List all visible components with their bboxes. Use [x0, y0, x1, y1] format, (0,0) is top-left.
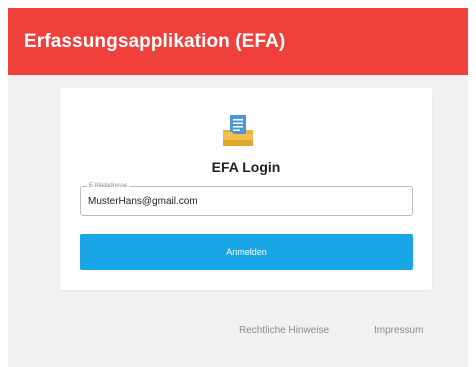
email-field[interactable]: E-Mailadresse: [80, 182, 413, 216]
legal-notice-link[interactable]: Rechtliche Hinweise: [239, 325, 329, 336]
imprint-link[interactable]: Impressum: [374, 325, 423, 336]
email-input[interactable]: [88, 194, 388, 208]
document-folder-icon: [223, 115, 253, 146]
app-frame: Erfassungsapplikation (EFA) EFA Login E-…: [8, 8, 468, 367]
login-title: EFA Login: [211, 159, 281, 175]
login-card: EFA Login E-Mailadresse Anmelden: [60, 88, 432, 290]
app-header: Erfassungsapplikation (EFA): [8, 8, 468, 75]
app-title: Erfassungsapplikation (EFA): [24, 31, 286, 52]
email-field-label: E-Mailadresse: [87, 182, 130, 190]
login-button[interactable]: Anmelden: [80, 234, 413, 270]
